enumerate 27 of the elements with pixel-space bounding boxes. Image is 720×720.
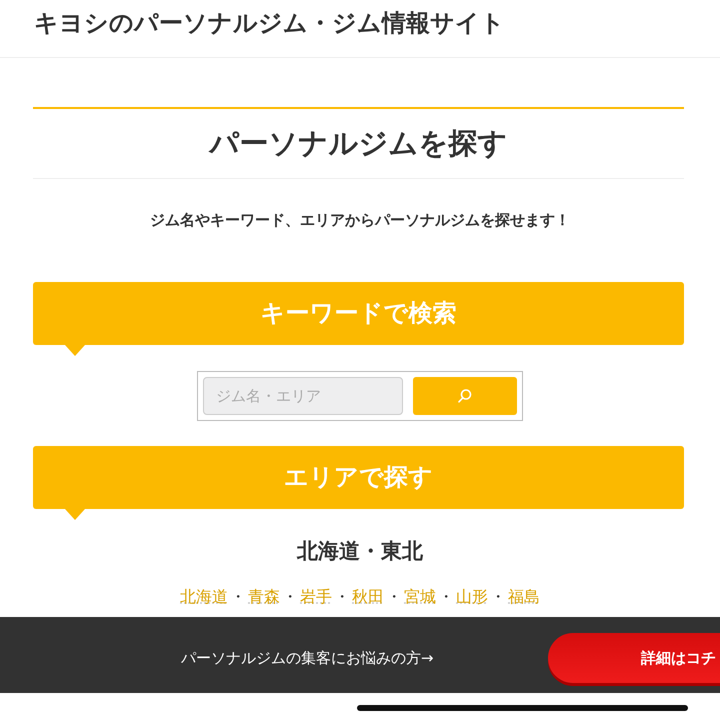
speech-tail	[65, 345, 85, 356]
prefecture-link[interactable]: 北海道	[180, 586, 228, 608]
search-button[interactable]	[413, 377, 517, 415]
page-heading: パーソナルジムを探す	[210, 124, 508, 162]
speech-tail	[65, 509, 85, 520]
intro-text: ジム名やキーワード、エリアからパーソナルジムを探せます！	[149, 211, 571, 230]
promo-link[interactable]: パーソナルジムの集客にお悩みの方→	[181, 648, 434, 668]
prefecture-link[interactable]: 青森	[248, 586, 280, 608]
section-banner: キーワードで検索	[33, 282, 684, 345]
site-title[interactable]: キヨシのパーソナルジム・ジム情報サイト	[34, 6, 505, 40]
separator-dot: ・	[333, 586, 351, 608]
prefecture-link[interactable]: 宮城	[404, 586, 436, 608]
home-indicator[interactable]	[357, 705, 688, 711]
separator-dot: ・	[385, 586, 403, 608]
region-heading: 北海道・東北	[297, 538, 423, 565]
separator-dot: ・	[489, 586, 507, 608]
prefecture-link[interactable]: 福島	[508, 586, 540, 608]
prefecture-link[interactable]: 秋田	[352, 586, 384, 608]
search-field[interactable]: ジム名・エリア	[203, 377, 403, 415]
separator-dot: ・	[281, 586, 299, 608]
separator-dot: ・	[437, 586, 455, 608]
details-button[interactable]: 詳細はコチ	[548, 633, 720, 683]
separator-dot: ・	[229, 586, 247, 608]
prefecture-link[interactable]: 山形	[456, 586, 488, 608]
search-icon	[457, 388, 473, 404]
section-banner: エリアで探す	[33, 446, 684, 509]
prefecture-link[interactable]: 岩手	[300, 586, 332, 608]
